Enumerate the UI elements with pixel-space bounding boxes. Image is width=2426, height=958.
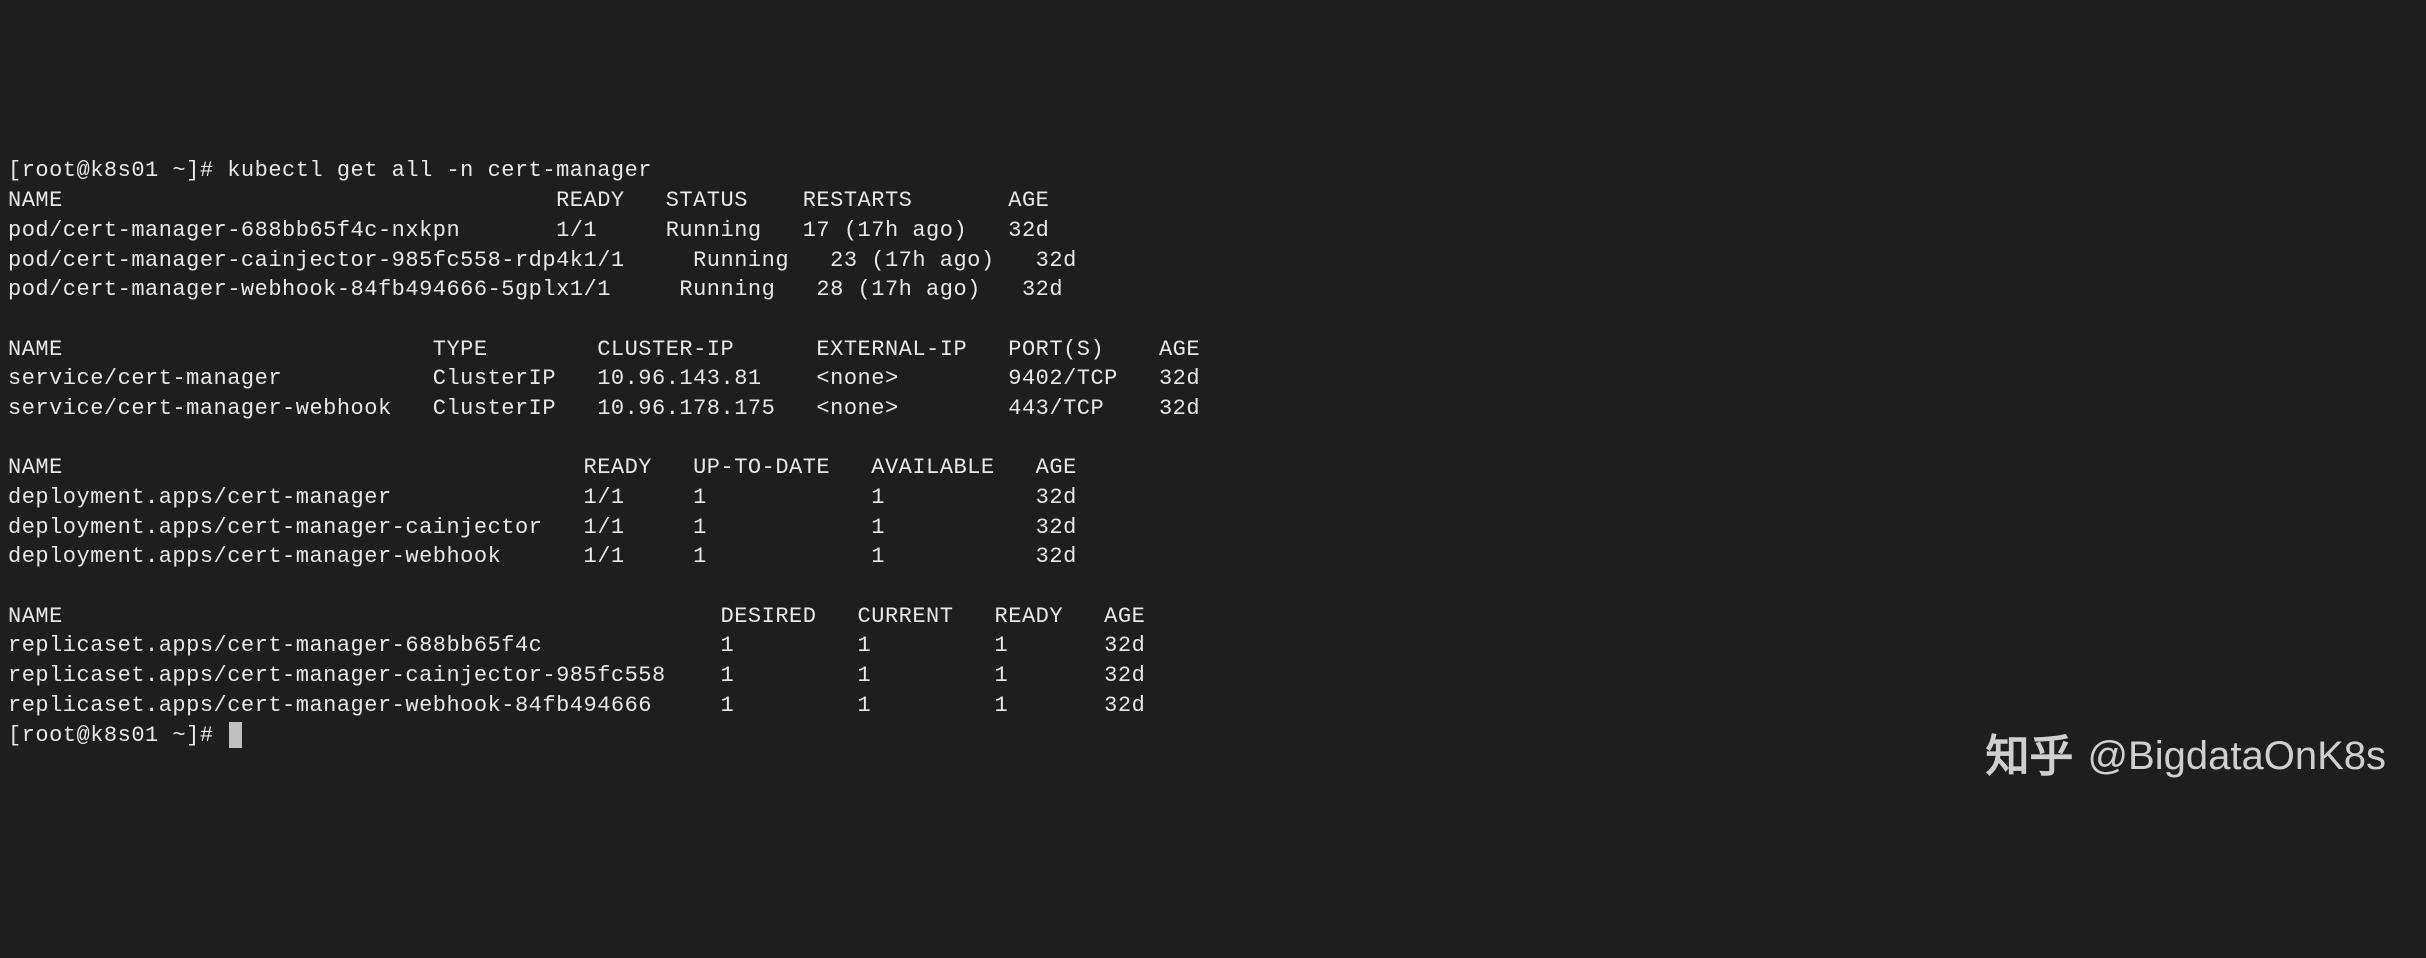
command-text: kubectl get all -n cert-manager xyxy=(227,158,652,183)
pods-table: NAME READY STATUS RESTARTS AGE pod/cert-… xyxy=(8,188,1077,302)
watermark-handle: @BigdataOnK8s xyxy=(2087,729,2386,783)
cursor xyxy=(229,722,242,748)
deployments-table: NAME READY UP-TO-DATE AVAILABLE AGE depl… xyxy=(8,455,1077,569)
terminal-output[interactable]: [root@k8s01 ~]# kubectl get all -n cert-… xyxy=(8,127,2418,750)
shell-prompt: [root@k8s01 ~]# xyxy=(8,158,227,183)
watermark: 知乎 @BigdataOnK8s xyxy=(1985,727,2386,786)
shell-prompt: [root@k8s01 ~]# xyxy=(8,723,227,748)
services-table: NAME TYPE CLUSTER-IP EXTERNAL-IP PORT(S)… xyxy=(8,337,1200,421)
zhihu-logo-icon: 知乎 xyxy=(1985,727,2073,786)
replicasets-table: NAME DESIRED CURRENT READY AGE replicase… xyxy=(8,604,1145,718)
